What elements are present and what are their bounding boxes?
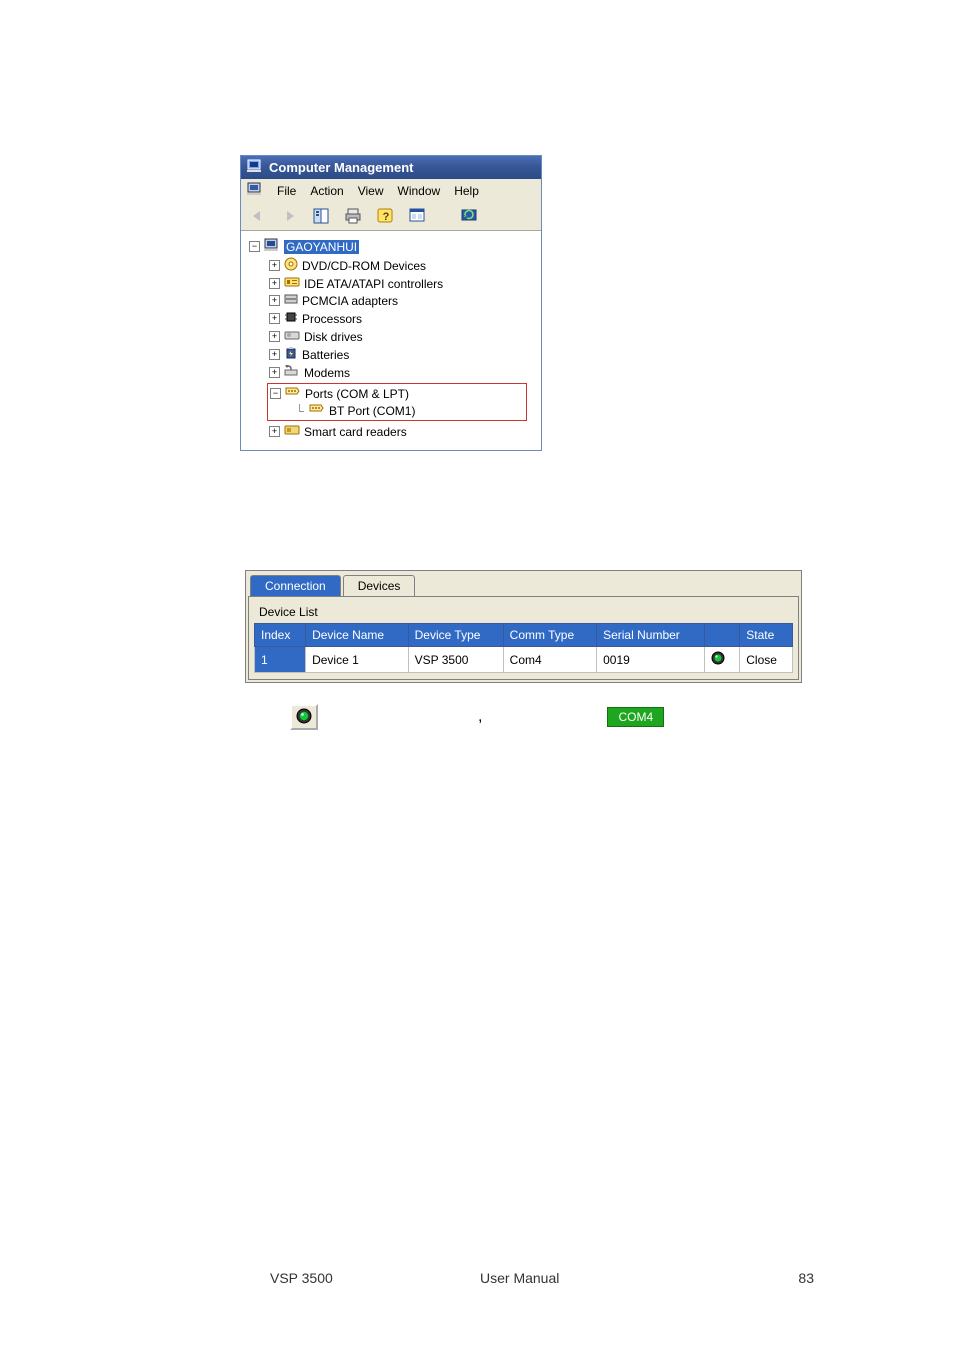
tree-root-row[interactable]: − GAOYANHUI [245,237,537,256]
expand-icon[interactable]: + [269,426,280,437]
tree-item-pcmcia[interactable]: + PCMCIA adapters [245,292,537,309]
expand-icon[interactable]: + [269,295,280,306]
menu-view[interactable]: View [358,184,384,198]
battery-icon [284,346,298,363]
cell-device-name: Device 1 [306,647,409,673]
tree-item-label: DVD/CD-ROM Devices [302,259,426,273]
separator-comma: , [478,708,482,726]
computer-icon-small [247,182,263,199]
leaf-connector-icon: └ [294,404,305,418]
cell-index: 1 [255,647,306,673]
tree-item-label: Disk drives [304,330,363,344]
cell-state: Close [740,647,793,673]
collapse-icon[interactable]: − [270,388,281,399]
tab-devices[interactable]: Devices [343,575,416,596]
dvd-icon [284,257,298,274]
menu-bar[interactable]: File Action View Window Help [241,179,541,202]
port-icon [285,386,301,401]
forward-icon[interactable] [279,206,301,226]
col-serial-number[interactable]: Serial Number [597,624,705,647]
expand-icon[interactable]: + [269,278,280,289]
port-icon [309,403,325,418]
expand-icon[interactable]: + [269,331,280,342]
devices-panel: Connection Devices Device List Index Dev… [245,570,802,683]
expand-icon[interactable]: + [269,313,280,324]
com-port-badge: COM4 [607,707,664,727]
toolbar: ? [241,202,541,230]
collapse-icon[interactable]: − [249,241,260,252]
svg-text:?: ? [383,211,390,223]
tree-item-label: Modems [304,366,350,380]
device-tree[interactable]: − GAOYANHUI + DVD/CD-ROM Devices + IDE A… [241,230,541,450]
cpu-icon [284,310,298,327]
menu-window[interactable]: Window [398,184,441,198]
tree-item-ports[interactable]: − Ports (COM & LPT) [270,385,524,402]
computer-management-window: Computer Management File Action View Win… [240,155,542,451]
print-icon[interactable] [343,206,365,226]
help-icon[interactable]: ? [375,206,397,226]
tree-item-disk[interactable]: + Disk drives [245,328,537,345]
menu-help[interactable]: Help [454,184,479,198]
tree-item-smartcard[interactable]: + Smart card readers [245,423,537,440]
expand-icon[interactable]: + [269,349,280,360]
menu-file[interactable]: File [277,184,296,198]
status-led-icon [711,651,725,668]
tab-bar: Connection Devices [246,571,801,596]
properties-icon[interactable] [311,206,333,226]
col-comm-type[interactable]: Comm Type [503,624,596,647]
tree-item-battery[interactable]: + Batteries [245,345,537,364]
disk-icon [284,329,300,344]
led-icon [296,708,312,727]
btport-label: BT Port (COM1) [329,404,415,418]
col-device-name[interactable]: Device Name [306,624,409,647]
bottom-row: , COM4 [245,704,800,730]
window-icon[interactable] [407,206,429,226]
smartcard-icon [284,424,300,439]
pcmcia-icon [284,293,298,308]
modem-icon [284,365,300,380]
expand-icon[interactable]: + [269,367,280,378]
device-table: Index Device Name Device Type Comm Type … [254,623,793,673]
tree-item-label: Smart card readers [304,425,407,439]
cell-comm-type: Com4 [503,647,596,673]
ports-highlight-box: − Ports (COM & LPT) └ BT Port (COM1) [267,383,527,421]
ports-label: Ports (COM & LPT) [305,387,409,401]
tab-connection[interactable]: Connection [250,575,341,596]
cell-serial-number: 0019 [597,647,705,673]
device-list-label: Device List [249,597,798,623]
table-row[interactable]: 1 Device 1 VSP 3500 Com4 0019 Close [255,647,793,673]
tree-item-label: IDE ATA/ATAPI controllers [304,277,443,291]
computer-node-icon [264,238,280,255]
footer-product: VSP 3500 [270,1270,333,1286]
expand-icon[interactable]: + [269,260,280,271]
back-icon[interactable] [247,206,269,226]
computer-icon [247,159,263,176]
col-status-icon[interactable] [705,624,740,647]
tree-item-btport[interactable]: └ BT Port (COM1) [270,402,524,419]
cell-device-type: VSP 3500 [408,647,503,673]
tree-item-modem[interactable]: + Modems [245,364,537,381]
menu-action[interactable]: Action [310,184,343,198]
tree-item-ide[interactable]: + IDE ATA/ATAPI controllers [245,275,537,292]
window-titlebar: Computer Management [241,156,541,179]
col-state[interactable]: State [740,624,793,647]
ide-icon [284,276,300,291]
tree-item-label: PCMCIA adapters [302,294,398,308]
cell-status-icon [705,647,740,673]
tree-item-cpu[interactable]: + Processors [245,309,537,328]
tree-item-label: Processors [302,312,362,326]
footer-title: User Manual [480,1270,559,1286]
col-index[interactable]: Index [255,624,306,647]
footer-page-number: 83 [798,1270,814,1286]
table-header-row: Index Device Name Device Type Comm Type … [255,624,793,647]
devices-body: Device List Index Device Name Device Typ… [248,596,799,680]
connect-button[interactable] [290,704,318,730]
col-device-type[interactable]: Device Type [408,624,503,647]
window-title: Computer Management [269,160,413,175]
refresh-monitor-icon[interactable] [459,206,481,226]
tree-root-label[interactable]: GAOYANHUI [284,240,359,254]
tree-item-label: Batteries [302,348,349,362]
tree-item-dvd[interactable]: + DVD/CD-ROM Devices [245,256,537,275]
